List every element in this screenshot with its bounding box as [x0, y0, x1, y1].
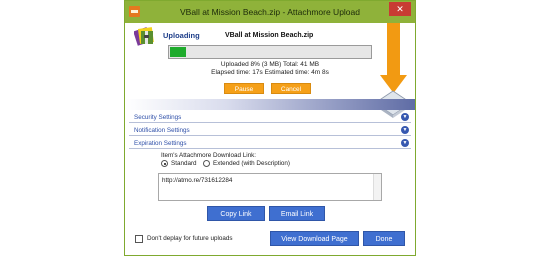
standard-radio[interactable] — [161, 160, 168, 167]
extended-radio-label: Extended (with Description) — [213, 160, 290, 167]
notification-settings-label: Notification Settings — [134, 127, 190, 134]
upload-panel: Uploading VBall at Mission Beach.zip Upl… — [125, 23, 415, 118]
cancel-button[interactable]: Cancel — [271, 83, 311, 94]
progress-fill — [170, 47, 186, 57]
expiration-settings-label: Expiration Settings — [134, 140, 187, 147]
pause-button[interactable]: Pause — [224, 83, 264, 94]
notification-settings-section[interactable]: Notification Settings ▼ — [129, 125, 411, 136]
chevron-down-icon[interactable]: ▼ — [401, 139, 409, 147]
dont-display-checkbox[interactable] — [135, 235, 143, 243]
extended-radio[interactable] — [203, 160, 210, 167]
link-field-scrollbar[interactable] — [373, 174, 381, 200]
decorative-band — [125, 99, 415, 110]
chevron-down-icon[interactable]: ▼ — [401, 126, 409, 134]
expiration-settings-section[interactable]: Expiration Settings ▼ — [129, 138, 411, 149]
download-link-value: http://atmo.re/731612284 — [162, 177, 233, 184]
copy-link-button[interactable]: Copy Link — [207, 206, 265, 221]
view-download-page-button[interactable]: View Download Page — [270, 231, 359, 246]
zip-archive-icon — [134, 27, 154, 46]
dont-display-label: Don't deplay for future uploads — [147, 235, 233, 242]
title-bar[interactable]: VBall at Mission Beach.zip - Attachmore … — [125, 1, 415, 23]
upload-status: Uploading — [163, 31, 200, 40]
file-name: VBall at Mission Beach.zip — [225, 32, 314, 39]
done-button[interactable]: Done — [363, 231, 405, 246]
security-settings-label: Security Settings — [134, 114, 182, 121]
close-button[interactable]: ✕ — [389, 2, 411, 16]
security-settings-section[interactable]: Security Settings ▼ — [129, 112, 411, 123]
download-link-field[interactable]: http://atmo.re/731612284 — [158, 173, 382, 201]
standard-radio-label: Standard — [171, 160, 197, 167]
upload-stats: Uploaded 8% (3 MB) Total: 41 MB — [220, 61, 320, 68]
download-link-label: Item's Attachmore Download Link: — [161, 152, 257, 159]
upload-time: Elapsed time: 17s Estimated time: 4m 8s — [211, 69, 329, 76]
upload-progress-bar — [168, 45, 372, 59]
chevron-down-icon[interactable]: ▼ — [401, 113, 409, 121]
upload-window: VBall at Mission Beach.zip - Attachmore … — [124, 0, 416, 256]
window-title: VBall at Mission Beach.zip - Attachmore … — [179, 7, 360, 17]
email-link-button[interactable]: Email Link — [269, 206, 325, 221]
